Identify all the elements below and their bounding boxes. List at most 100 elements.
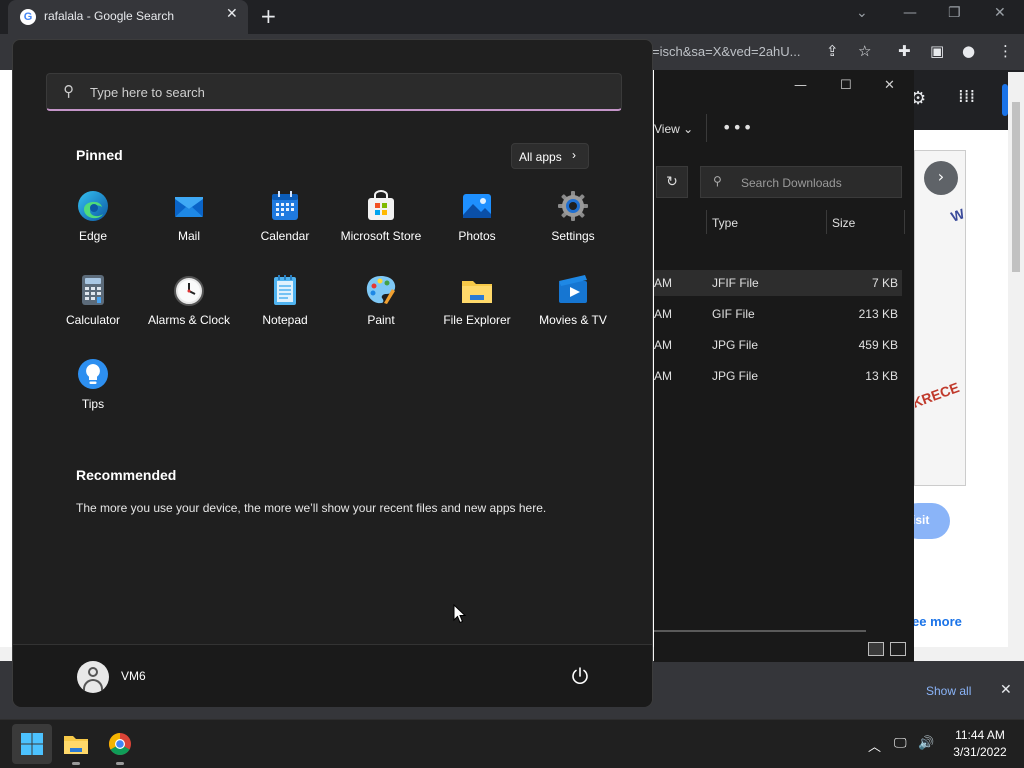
pinned-app-paint[interactable]: Paint [333,269,429,349]
pinned-app-movies-tv[interactable]: Movies & TV [525,269,621,349]
file-row[interactable]: AM JPG File 13 KB [654,363,902,389]
see-more-link[interactable]: ee more [912,614,962,629]
avatar-body [83,679,103,693]
volume-icon[interactable]: 🔊 [918,736,934,751]
next-image-chevron-icon[interactable]: › [924,161,958,195]
pinned-app-photos[interactable]: Photos [429,185,525,265]
minimize-icon[interactable]: — [903,5,917,21]
scrollbar-thumb[interactable] [1012,102,1020,272]
network-icon[interactable]: 🖵 [894,736,907,751]
user-name[interactable]: VM6 [121,669,146,683]
start-search-input[interactable]: ⚲ Type here to search [46,73,622,111]
tab-close-icon[interactable]: ✕ [226,6,238,22]
taskbar-chrome[interactable] [100,724,140,765]
file-row[interactable]: AM JFIF File 7 KB [654,270,902,296]
new-tab-icon[interactable]: + [260,4,277,28]
address-bar-url[interactable]: =isch&sa=X&ved=2ahU... [652,44,801,59]
clock-icon [174,276,204,306]
windows-logo-icon [21,733,43,755]
image-preview[interactable]: W KRECE [914,150,966,486]
browser-tab[interactable]: G rafalala - Google Search ✕ [8,0,248,34]
clock-time[interactable]: 11:44 AM [940,728,1020,742]
taskbar-file-explorer[interactable] [56,724,96,765]
start-footer: VM6 [13,644,652,707]
column-separator[interactable] [706,210,707,234]
all-apps-button[interactable]: All apps › [511,143,589,169]
mail-icon [175,197,203,217]
mouse-cursor-icon [453,604,467,624]
close-shelf-icon[interactable]: ✕ [1000,682,1012,698]
file-time: AM [654,369,672,383]
explorer-close-icon[interactable]: ✕ [884,78,895,93]
thumbnails-view-icon[interactable] [890,642,906,656]
side-panel-icon[interactable]: ▣ [930,42,944,60]
chrome-menu-icon[interactable]: ⋮ [998,42,1013,60]
chevron-right-icon: › [572,148,576,162]
show-hidden-icons-chevron-icon[interactable]: ︿ [868,736,881,755]
user-avatar[interactable] [77,661,109,693]
column-separator[interactable] [826,210,827,234]
start-button[interactable] [12,724,52,764]
column-separator[interactable] [904,210,905,234]
start-menu: ⚲ Type here to search Pinned All apps › … [12,39,653,707]
view-menu[interactable]: View ⌄ [654,122,693,136]
image-overlay-text: W [948,205,966,225]
folder-icon [462,281,492,303]
photos-icon [463,194,491,218]
edge-icon [78,191,108,221]
file-type: JFIF File [712,276,759,290]
horizontal-scrollbar[interactable] [654,630,866,632]
vertical-scrollbar[interactable] [1008,72,1024,647]
google-favicon-icon: G [20,9,36,25]
pinned-app-calculator[interactable]: Calculator [45,269,141,349]
recommended-message: The more you use your device, the more w… [76,501,547,515]
explorer-maximize-icon[interactable]: ☐ [840,78,852,93]
explorer-minimize-icon[interactable]: — [794,78,807,93]
tab-title: rafalala - Google Search [44,9,175,23]
downloads-search-input[interactable]: ⚲ Search Downloads [700,166,902,198]
pinned-app-notepad[interactable]: Notepad [237,269,333,349]
clock-date[interactable]: 3/31/2022 [940,745,1020,759]
restore-icon[interactable]: ❐ [948,5,961,21]
store-icon [368,190,394,220]
refresh-icon[interactable]: ↻ [656,166,688,198]
image-overlay-text: KRECE [914,379,962,411]
calendar-icon [272,191,298,220]
file-type: JPG File [712,338,759,352]
calculator-icon [82,275,104,305]
pinned-app-calendar[interactable]: Calendar [237,185,333,265]
more-options-icon[interactable]: ••• [722,118,753,137]
pinned-app-alarms-clock[interactable]: Alarms & Clock [141,269,237,349]
profile-icon[interactable]: ● [962,42,975,60]
extensions-icon[interactable]: ✚ [898,42,911,60]
tab-search-chevron-icon[interactable]: ⌄ [856,5,868,21]
taskbar: ︿ 🖵 🔊 11:44 AM 3/31/2022 [0,719,1024,768]
close-window-icon[interactable]: ✕ [994,5,1006,21]
file-row[interactable]: AM GIF File 213 KB [654,301,902,327]
share-icon[interactable]: ⇪ [826,42,839,60]
bookmark-star-icon[interactable]: ☆ [858,42,871,60]
google-apps-icon[interactable]: ⁞⁞⁞ [958,86,975,107]
chrome-icon [109,733,131,755]
show-all-downloads-link[interactable]: Show all [926,684,971,698]
paint-icon [366,276,396,304]
file-type: GIF File [712,307,755,321]
folder-icon [64,736,88,754]
power-icon[interactable] [569,665,591,687]
column-header-size[interactable]: Size [832,216,855,230]
pinned-app-tips[interactable]: Tips [45,353,141,433]
pinned-app-edge[interactable]: Edge [45,185,141,265]
file-size: 459 KB [858,338,898,352]
pinned-app-mail[interactable]: Mail [141,185,237,265]
details-view-icon[interactable] [868,642,884,656]
pinned-app-file-explorer[interactable]: File Explorer [429,269,525,349]
column-header-type[interactable]: Type [712,216,738,230]
pinned-app-settings[interactable]: Settings [525,185,621,265]
file-size: 13 KB [865,369,898,383]
file-row[interactable]: AM JPG File 459 KB [654,332,902,358]
pinned-app-microsoft-store[interactable]: Microsoft Store [333,185,429,265]
running-indicator [116,762,124,765]
search-placeholder: Search Downloads [741,176,842,190]
notepad-icon [274,275,296,305]
running-indicator [72,762,80,765]
